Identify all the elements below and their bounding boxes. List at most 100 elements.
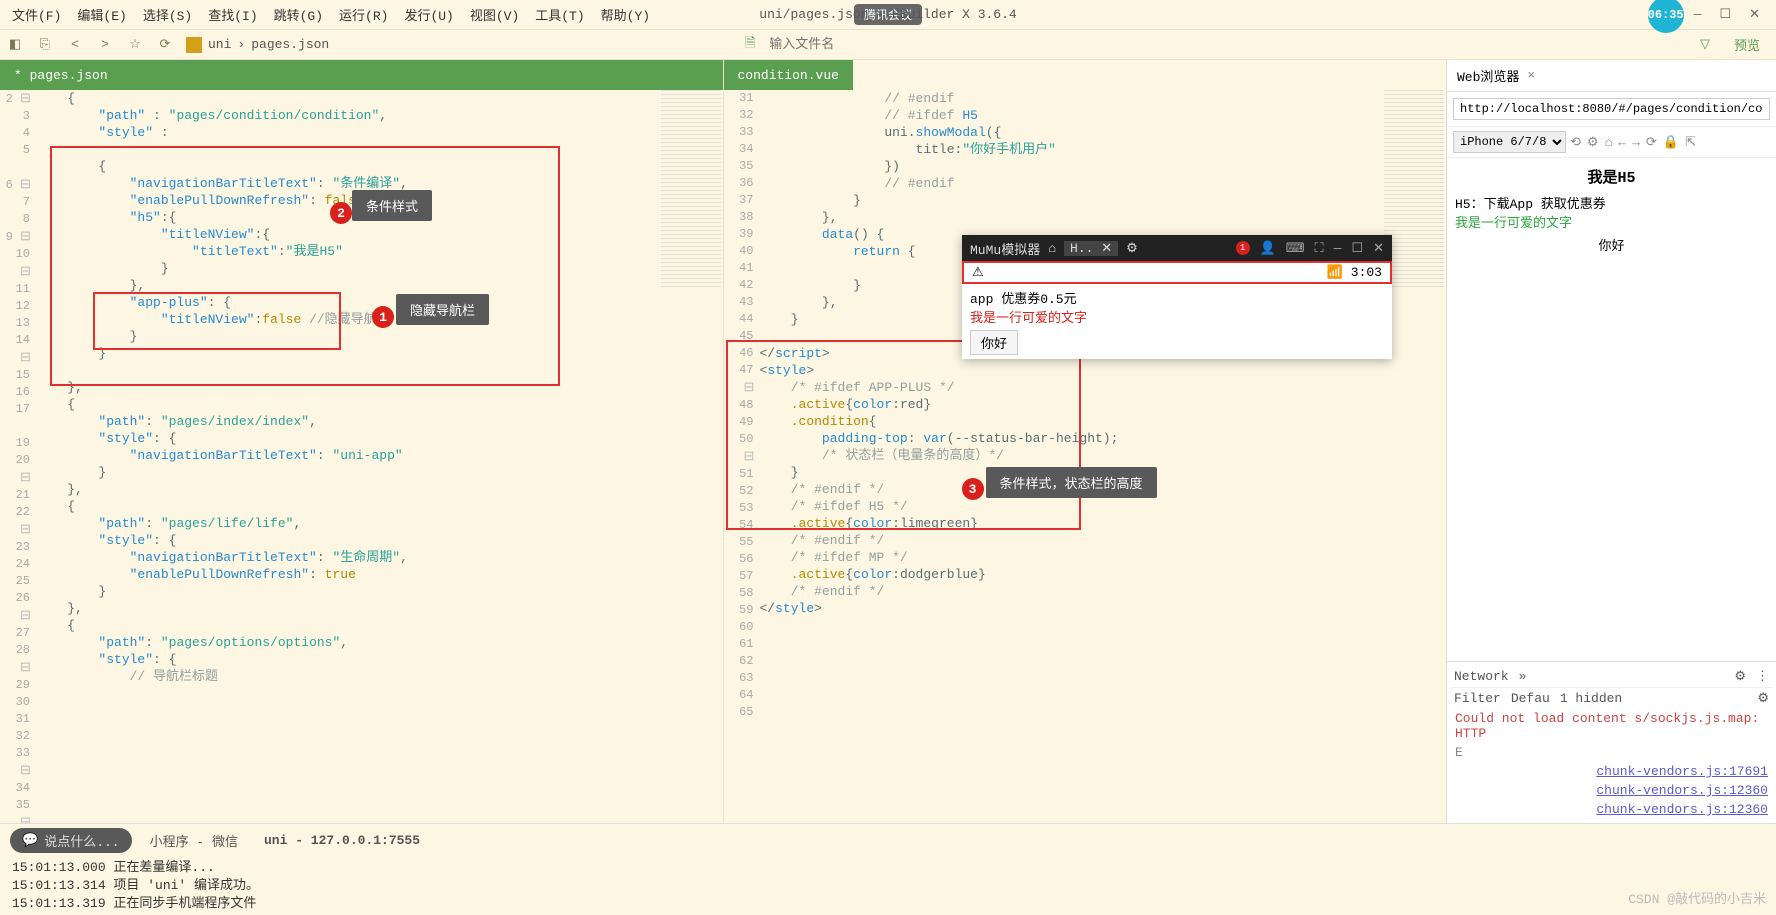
mumu-emulator-window[interactable]: MuMu模拟器⌂ H.. ✕ ⚙ 1 👤 ⌨ ⛶ — ☐ ✕ ⚠ 📶 3:03 … — [962, 235, 1392, 359]
mumu-min-icon[interactable]: — — [1334, 241, 1342, 256]
devtools-more-icon[interactable]: » — [1519, 669, 1527, 684]
mumu-max-icon[interactable]: ☐ — [1351, 241, 1363, 256]
rotate-icon[interactable]: ⟲ — [1570, 135, 1581, 150]
lock-icon[interactable]: 🔒 — [1663, 135, 1679, 150]
devtools-link-2[interactable]: chunk-vendors.js:12360 — [1451, 781, 1772, 800]
breadcrumb: uni › pages.json — [186, 37, 329, 53]
devtools-error: Could not load content s/sockjs.js.map: … — [1451, 709, 1772, 743]
prev-forward-icon[interactable]: → — [1632, 135, 1640, 150]
menu-edit[interactable]: 编辑(E) — [69, 1, 134, 28]
external-icon[interactable]: ⇱ — [1685, 135, 1696, 150]
breadcrumb-project[interactable]: uni — [208, 37, 231, 52]
menu-publish[interactable]: 发行(U) — [396, 1, 461, 28]
tab-pages-json[interactable]: * pages.json — [0, 60, 723, 90]
mumu-titlebar[interactable]: MuMu模拟器⌂ H.. ✕ ⚙ 1 👤 ⌨ ⛶ — ☐ ✕ — [962, 235, 1392, 261]
minimize-icon[interactable]: — — [1694, 7, 1702, 22]
annotation-box-style — [726, 340, 1081, 530]
menu-view[interactable]: 视图(V) — [462, 1, 527, 28]
status-mp[interactable]: 小程序 - 微信 — [142, 828, 246, 853]
mumu-user-icon[interactable]: 👤 — [1260, 241, 1276, 256]
chat-input[interactable]: 💬 说点什么... — [10, 828, 132, 853]
star-icon[interactable]: ☆ — [126, 36, 144, 54]
mumu-hello-button[interactable]: 你好 — [970, 330, 1018, 355]
save-icon[interactable]: ⎘ — [36, 36, 54, 54]
clock-badge: 06:35 — [1648, 0, 1684, 33]
mumu-full-icon[interactable]: ⛶ — [1315, 241, 1324, 256]
badge-2: 2 — [330, 202, 352, 224]
menu-help[interactable]: 帮助(Y) — [593, 1, 658, 28]
search-input[interactable] — [765, 33, 885, 56]
panel-toggle-icon[interactable]: ◧ — [6, 36, 24, 54]
minimap-right[interactable] — [1384, 90, 1444, 290]
devtools-gear-icon[interactable]: ⚙ — [1734, 669, 1746, 684]
preview-content: 我是H5 H5：下载App 获取优惠券 我是一行可爱的文字 你好 — [1447, 158, 1776, 661]
preview-line-3: 你好 — [1455, 235, 1768, 254]
maximize-icon[interactable]: ☐ — [1719, 7, 1731, 22]
devtools-default[interactable]: Defau — [1511, 691, 1550, 706]
mumu-home-icon[interactable]: ⌂ — [1048, 241, 1056, 256]
annotation-box-app-plus — [93, 292, 341, 350]
project-icon — [186, 37, 202, 53]
devtools-hidden: 1 hidden — [1560, 691, 1622, 706]
annotation-box-outer — [50, 146, 560, 386]
menu-goto[interactable]: 跳转(G) — [266, 1, 331, 28]
devtools-link-1[interactable]: chunk-vendors.js:17691 — [1451, 762, 1772, 781]
bottom-panel: 💬 说点什么... 小程序 - 微信 uni - 127.0.0.1:7555 … — [0, 823, 1776, 913]
mumu-key-icon[interactable]: ⌨ — [1286, 241, 1305, 256]
menu-find[interactable]: 查找(I) — [200, 1, 265, 28]
home-icon[interactable]: ⌂ — [1605, 135, 1613, 150]
refresh-icon[interactable]: ⟳ — [156, 36, 174, 54]
settings-icon[interactable]: ⚙ — [1587, 135, 1599, 150]
preview-tab[interactable]: Web浏览器× — [1447, 60, 1776, 92]
close-icon[interactable]: ✕ — [1749, 7, 1760, 22]
warning-icon: ⚠ — [972, 265, 984, 280]
prev-back-icon[interactable]: ← — [1618, 135, 1626, 150]
devtools-filter[interactable]: Filter — [1454, 691, 1501, 706]
callout-statusbar: 条件样式，状态栏的高度 — [986, 467, 1157, 498]
badge-1: 1 — [372, 306, 394, 328]
preview-title: 我是H5 — [1455, 166, 1768, 187]
mumu-line-2: 我是一行可爱的文字 — [970, 307, 1384, 326]
breadcrumb-file[interactable]: pages.json — [251, 37, 329, 52]
preview-url-input[interactable] — [1453, 98, 1770, 120]
menu-file[interactable]: 文件(F) — [4, 1, 69, 28]
forward-icon[interactable]: > — [96, 36, 114, 54]
window-title: uni/pages.json - HBuilder X 3.6.4 — [759, 7, 1016, 22]
minimap-left[interactable] — [661, 90, 721, 290]
menu-run[interactable]: 运行(R) — [331, 1, 396, 28]
mumu-line-1: app 优惠券0.5元 — [970, 288, 1384, 307]
device-select[interactable]: iPhone 6/7/8 — [1453, 131, 1566, 153]
devtools-gear2-icon[interactable]: ⚙ — [1757, 691, 1769, 706]
mumu-tab[interactable]: H.. ✕ — [1064, 241, 1118, 256]
console-output: 15:01:13.000 正在差量编译... 15:01:13.314 项目 '… — [0, 857, 1776, 915]
chevron-right-icon: › — [237, 37, 245, 52]
close-preview-icon[interactable]: × — [1527, 68, 1535, 83]
mumu-body: app 优惠券0.5元 我是一行可爱的文字 你好 — [962, 284, 1392, 359]
back-icon[interactable]: < — [66, 36, 84, 54]
file-search-icon[interactable]: 🗎 — [741, 36, 759, 54]
menu-tools[interactable]: 工具(T) — [527, 1, 592, 28]
filter-icon[interactable]: ▽ — [1696, 36, 1714, 54]
callout-style: 条件样式 — [352, 190, 432, 221]
window-controls: — ☐ ✕ — [1694, 7, 1772, 22]
wifi-icon: 📶 — [1327, 265, 1343, 280]
preview-line-2: 我是一行可爱的文字 — [1455, 212, 1768, 231]
reload-icon[interactable]: ⟳ — [1646, 135, 1657, 150]
mumu-notification-badge[interactable]: 1 — [1236, 241, 1250, 255]
mumu-gear-icon[interactable]: ⚙ — [1126, 241, 1138, 256]
devtools-menu-icon[interactable]: ⋮ — [1756, 669, 1769, 684]
devtools-network-tab[interactable]: Network — [1454, 669, 1509, 684]
devtools-panel: Network » ⚙ ⋮ Filter Defau 1 hidden ⚙ Co… — [1447, 661, 1776, 823]
tab-condition-vue[interactable]: condition.vue — [724, 60, 1447, 90]
badge-3: 3 — [962, 478, 984, 500]
callout-hide-nav: 隐藏导航栏 — [396, 294, 489, 325]
web-preview-panel: Web浏览器× iPhone 6/7/8 ⟲ ⚙ ⌂ ← → ⟳ 🔒 ⇱ 我是H… — [1446, 60, 1776, 823]
watermark: CSDN @敲代码的小吉米 — [1628, 888, 1766, 907]
gutter-left: 2 ⊟3456 ⊟789 ⊟10 ⊟11121314 ⊟1516171920 ⊟… — [0, 90, 36, 823]
preview-button[interactable]: 预览 — [1724, 33, 1770, 56]
status-address: uni - 127.0.0.1:7555 — [256, 830, 428, 851]
devtools-link-3[interactable]: chunk-vendors.js:12360 — [1451, 800, 1772, 819]
menu-select[interactable]: 选择(S) — [135, 1, 200, 28]
mumu-close-icon[interactable]: ✕ — [1373, 241, 1384, 256]
mumu-statusbar: ⚠ 📶 3:03 — [962, 261, 1392, 284]
